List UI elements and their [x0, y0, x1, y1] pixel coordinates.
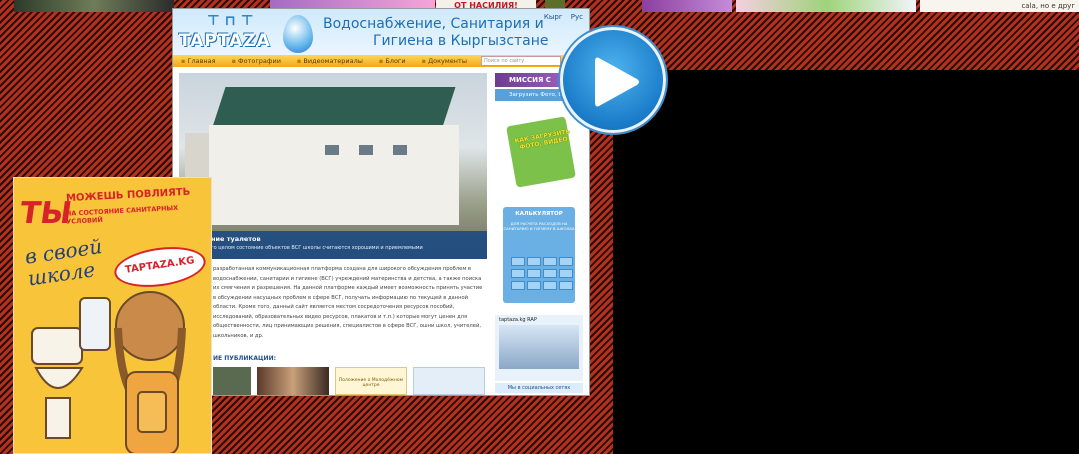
play-icon	[595, 57, 639, 107]
lang-russian[interactable]: Рус	[571, 13, 583, 21]
site-nav: Главная Фотографии Видеоматериалы Блоги …	[173, 55, 589, 67]
nav-home[interactable]: Главная	[173, 57, 224, 65]
nav-documents[interactable]: Документы	[414, 57, 475, 65]
poster-image[interactable]: МОЖЕШЬ ПОВЛИЯТЬ ТЫ НА СОСТОЯНИЕ САНИТАРН…	[13, 177, 212, 454]
calc-key	[559, 281, 573, 290]
site-search-input[interactable]: Поиск по сайту	[480, 56, 561, 66]
calc-key	[511, 281, 525, 290]
thumbnail-7[interactable]: сala, но е друг	[920, 0, 1079, 12]
calc-key	[527, 257, 541, 266]
girl-with-toilet-illustration	[31, 291, 186, 453]
poster-subheadline: НА СОСТОЯНИЕ САНИТАРНЫХ УСЛОВИЙ	[65, 203, 179, 226]
calc-key	[527, 281, 541, 290]
site-title-line2: Гигиена в Кыргызстане	[373, 33, 549, 49]
social-networks-link[interactable]: Мы в социальных сетях	[495, 383, 583, 393]
nav-blogs[interactable]: Блоги	[371, 57, 414, 65]
intro-text: разработанная коммуникационная платформа…	[213, 266, 483, 339]
sidebar-video-title[interactable]: taptaza.kg RAP	[499, 317, 537, 323]
calc-key	[559, 257, 573, 266]
nav-videos[interactable]: Видеоматериалы	[289, 57, 371, 65]
window	[359, 145, 373, 155]
publication-thumb[interactable]	[413, 367, 485, 395]
faucet-icon: ⊤ ⊓ ⊤	[207, 13, 254, 29]
thumbnail-5[interactable]	[642, 0, 732, 12]
language-switch: Кырг Рус	[538, 13, 583, 21]
calculator-title: КАЛЬКУЛЯТОР	[515, 211, 563, 217]
site-title-line1: Водоснабжение, Санитария и	[323, 16, 544, 32]
site-header: ⊤ ⊓ ⊤ TAPTAZA Водоснабжение, Санитария и…	[173, 9, 589, 55]
building-wall	[209, 125, 459, 225]
thumbnail-1[interactable]	[14, 0, 174, 12]
calc-key	[559, 269, 573, 278]
upload-help-sticker[interactable]	[506, 116, 576, 188]
calc-key	[527, 269, 541, 278]
play-button[interactable]	[560, 27, 666, 133]
calc-key	[511, 269, 525, 278]
sidebar-video-thumbnail[interactable]	[499, 325, 579, 369]
publications-heading: ИЕ ПУБЛИКАЦИИ:	[213, 355, 276, 362]
site-logo: TAPTAZA	[179, 31, 271, 51]
publication-thumb[interactable]	[213, 367, 251, 395]
publication-thumb[interactable]	[257, 367, 329, 395]
window	[393, 145, 407, 155]
water-drop-icon	[283, 15, 313, 53]
hero-caption-title[interactable]: ние туалетов	[211, 235, 261, 243]
calc-key	[543, 281, 557, 290]
poster-headline: МОЖЕШЬ ПОВЛИЯТЬ	[65, 186, 191, 205]
calc-key	[543, 269, 557, 278]
building-roof	[212, 87, 456, 127]
nav-photos[interactable]: Фотографии	[224, 57, 289, 65]
thumbnail-6[interactable]	[736, 0, 916, 12]
calc-key	[543, 257, 557, 266]
window	[325, 145, 339, 155]
video-player-area[interactable]	[613, 70, 1079, 454]
calculator-subtitle: ДЛЯ РАСЧЕТА РАСХОДОВ НА САНИТАРИЮ И ГИГИ…	[503, 221, 575, 231]
website-screenshot: ⊤ ⊓ ⊤ TAPTAZA Водоснабжение, Санитария и…	[172, 8, 590, 396]
calc-key	[511, 257, 525, 266]
lang-kyrgyz[interactable]: Кырг	[544, 13, 563, 21]
hero-caption-subtitle: го целом состояние объектов ВСГ школы сч…	[211, 245, 423, 251]
publication-thumb[interactable]: Положение о Молодёжном центре	[335, 367, 407, 395]
